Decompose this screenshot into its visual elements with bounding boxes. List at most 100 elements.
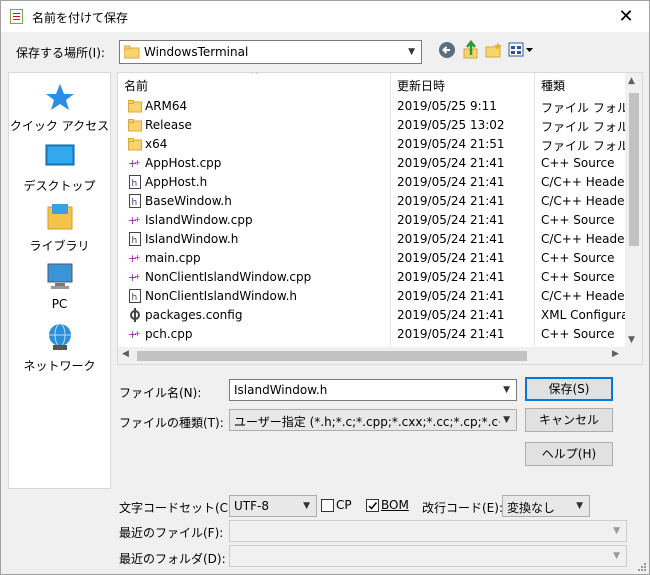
cp-label: CP <box>336 498 352 512</box>
recent-folders-dropdown[interactable]: ▼ <box>229 545 627 567</box>
svg-text:+: + <box>134 329 141 338</box>
newline-dropdown[interactable]: 変換なし ▼ <box>502 495 590 517</box>
up-folder-icon[interactable] <box>462 40 480 60</box>
recent-folders-label: 最近のフォルダ(D): <box>119 552 226 566</box>
header-file-icon: h <box>129 194 141 208</box>
filename-label: ファイル名(N): <box>119 386 202 400</box>
file-type: XML Configurati <box>541 308 628 322</box>
save-as-dialog: 名前を付けて保存 ✕ 保存する場所(I): WindowsTerminal ▼ <box>0 0 650 575</box>
chevron-down-icon: ▼ <box>303 501 310 511</box>
file-type: C++ Source <box>541 327 615 341</box>
cpp-file-icon: ++ <box>128 328 141 341</box>
column-modified-header[interactable]: 更新日時 <box>397 77 445 94</box>
scroll-up-icon[interactable]: ▲ <box>628 76 635 86</box>
file-modified: 2019/05/24 21:41 <box>397 289 505 303</box>
file-name: AppHost.cpp <box>145 156 222 170</box>
encoding-dropdown[interactable]: UTF-8 ▼ <box>229 495 317 517</box>
svg-text:h: h <box>132 293 138 303</box>
file-row[interactable]: h NonClientIslandWindow.h 2019/05/24 21:41… <box>118 287 628 306</box>
column-name-header[interactable]: 名前 <box>124 77 148 94</box>
file-row[interactable]: ARM64 2019/05/25 9:11 ファイル フォルダー <box>118 97 628 116</box>
place-quick-access[interactable]: クイック アクセス <box>9 83 110 134</box>
scroll-right-icon[interactable]: ▶ <box>612 349 619 359</box>
filetype-dropdown[interactable]: ユーザー指定 (*.h;*.c;*.cpp;*.cxx;*.cc;*.cp;*.… <box>229 409 517 431</box>
svg-text:+: + <box>134 158 141 167</box>
place-label: PC <box>51 297 68 311</box>
file-row[interactable]: + + pch.cpp 2019/05/24 21:41 C++ Source <box>118 325 628 344</box>
filetype-label: ファイルの種類(T): <box>119 416 224 430</box>
file-list[interactable]: 名前 ^ 更新日時 種類 ARM64 2019/05/25 9:11 ファイル フォ… <box>117 72 643 365</box>
place-network[interactable]: ネットワーク <box>9 323 110 374</box>
cpp-file-icon: ++ <box>128 252 141 265</box>
view-menu-icon[interactable] <box>508 42 536 58</box>
bom-checkbox[interactable] <box>366 499 379 512</box>
file-row[interactable]: + + IslandWindow.cpp 2019/05/24 21:41 C++ So… <box>118 211 628 230</box>
svg-text:+: + <box>134 253 141 262</box>
notepad-app-icon <box>10 9 23 24</box>
file-type: C++ Source <box>541 156 615 170</box>
file-modified: 2019/05/24 21:41 <box>397 232 505 246</box>
file-type: ファイル フォルダー <box>541 120 628 134</box>
file-modified: 2019/05/24 21:41 <box>397 327 505 341</box>
header-file-icon: h <box>129 175 141 189</box>
newline-label: 改行コード(E): <box>422 501 503 515</box>
file-name: packages.config <box>145 308 243 322</box>
help-button[interactable]: ヘルプ(H) <box>525 442 613 466</box>
cpp-file-icon: ++ <box>128 214 141 227</box>
encoding-label: 文字コードセット(C): <box>119 501 237 515</box>
close-button[interactable]: ✕ <box>603 1 649 32</box>
file-row[interactable]: + + main.cpp 2019/05/24 21:41 C++ Source <box>118 249 628 268</box>
file-row[interactable]: packages.config 2019/05/24 21:41 XML Confi… <box>118 306 628 325</box>
scroll-down-icon[interactable]: ▼ <box>628 335 635 345</box>
scroll-left-icon[interactable]: ◀ <box>122 349 129 359</box>
place-label: ネットワーク <box>23 359 96 373</box>
chevron-down-icon: ▼ <box>503 415 510 425</box>
file-list-header: 名前 ^ 更新日時 種類 <box>118 73 628 348</box>
file-modified: 2019/05/24 21:41 <box>397 270 505 284</box>
folder-icon <box>128 119 142 132</box>
svg-text:h: h <box>132 179 138 189</box>
cp-checkbox[interactable] <box>321 499 334 512</box>
location-value: WindowsTerminal <box>144 45 249 59</box>
filename-input[interactable]: IslandWindow.h ▼ <box>229 379 517 401</box>
file-row[interactable]: Release 2019/05/25 13:02 ファイル フォルダー <box>118 116 628 135</box>
file-modified: 2019/05/25 9:11 <box>397 99 497 113</box>
back-icon[interactable] <box>438 41 456 59</box>
file-name: AppHost.h <box>145 175 208 189</box>
chevron-down-icon: ▼ <box>408 47 415 57</box>
new-folder-icon[interactable] <box>484 40 504 60</box>
header-file-icon: h <box>129 232 141 246</box>
file-modified: 2019/05/24 21:41 <box>397 194 505 208</box>
svg-text:h: h <box>132 236 138 246</box>
chevron-down-icon[interactable]: ▼ <box>503 385 510 395</box>
file-type: C/C++ Header <box>541 194 628 208</box>
column-type-header[interactable]: 種類 <box>541 77 565 94</box>
location-label: 保存する場所(I): <box>16 46 105 60</box>
header-file-icon: h <box>129 289 141 303</box>
horizontal-scrollbar[interactable]: ◀ ▶ <box>118 347 642 364</box>
place-desktop[interactable]: デスクトップ <box>9 143 110 194</box>
desktop-icon <box>45 144 74 166</box>
place-library[interactable]: ライブラリ <box>9 203 110 254</box>
file-row[interactable]: h BaseWindow.h 2019/05/24 21:41 C/C++ Heade… <box>118 192 628 211</box>
cancel-button[interactable]: キャンセル <box>525 408 613 432</box>
file-row[interactable]: h AppHost.h 2019/05/24 21:41 C/C++ Header <box>118 173 628 192</box>
file-row[interactable]: + + AppHost.cpp 2019/05/24 21:41 C++ Source <box>118 154 628 173</box>
place-label: デスクトップ <box>23 179 96 193</box>
file-row[interactable]: + + NonClientIslandWindow.cpp 2019/05/24 21… <box>118 268 628 287</box>
chevron-down-icon: ▼ <box>576 501 583 511</box>
folder-icon <box>124 45 140 59</box>
location-dropdown[interactable]: WindowsTerminal ▼ <box>119 40 422 64</box>
resize-grip-icon[interactable] <box>637 562 647 572</box>
recent-files-dropdown[interactable]: ▼ <box>229 520 627 542</box>
place-label: ライブラリ <box>29 239 90 253</box>
scroll-thumb[interactable] <box>137 351 527 361</box>
save-button[interactable]: 保存(S) <box>525 377 613 401</box>
file-row[interactable]: x64 2019/05/24 21:51 ファイル フォルダー <box>118 135 628 154</box>
vertical-scrollbar[interactable]: ▲ ▼ <box>625 73 642 348</box>
place-pc[interactable]: PC <box>9 263 110 311</box>
file-name: NonClientIslandWindow.h <box>145 289 297 303</box>
scroll-thumb[interactable] <box>629 93 639 246</box>
file-row[interactable]: h IslandWindow.h 2019/05/24 21:41 C/C++ Hea… <box>118 230 628 249</box>
file-name: x64 <box>145 137 168 151</box>
